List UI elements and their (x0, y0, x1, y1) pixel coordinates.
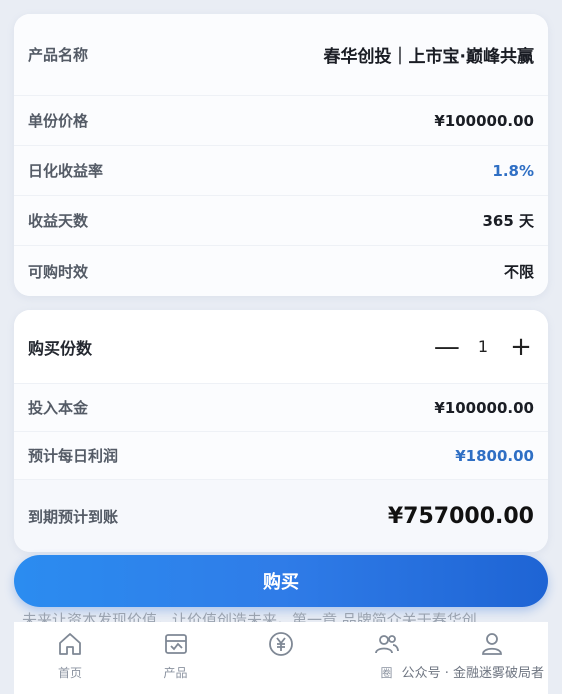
yield-days-row: 收益天数 365 天 (14, 196, 548, 246)
yuan-icon (269, 632, 293, 656)
product-info-card: 产品名称 春华创投｜上市宝·巅峰共赢 单份价格 ¥100000.00 日化收益率… (14, 14, 548, 296)
tab-finance[interactable] (233, 622, 329, 694)
home-icon (59, 633, 81, 655)
minus-button[interactable]: — (434, 334, 460, 360)
tab-community[interactable]: 圈 (339, 622, 435, 694)
yield-days-label: 收益天数 (28, 212, 89, 230)
availability-value: 不限 (503, 262, 534, 281)
daily-profit-row: 预计每日利润 ¥1800.00 (14, 432, 548, 480)
bottom-tab-bar: 首页 产品 圈 我的 (14, 622, 548, 694)
daily-profit-value: ¥1800.00 (455, 446, 534, 465)
tab-products[interactable]: 产品 (128, 622, 224, 694)
maturity-value: ¥757000.00 (387, 503, 534, 529)
store-icon (164, 634, 187, 654)
unit-price-row: 单份价格 ¥100000.00 (14, 96, 548, 146)
users-icon (374, 635, 399, 654)
purchase-card: 购买份数 — 1 + 投入本金 ¥100000.00 预计每日利润 ¥1800.… (14, 310, 548, 552)
user-icon (482, 633, 502, 655)
plus-button[interactable]: + (510, 334, 532, 360)
quantity-row: 购买份数 — 1 + (14, 310, 548, 384)
watermark: 公众号 · 金融迷雾破局者 (397, 660, 548, 683)
quantity-label: 购买份数 (28, 338, 93, 358)
tab-home[interactable]: 首页 (22, 622, 118, 694)
principal-label: 投入本金 (28, 399, 89, 417)
daily-rate-value: 1.8% (492, 161, 534, 180)
product-name-row: 产品名称 春华创投｜上市宝·巅峰共赢 (14, 14, 548, 96)
scrolling-intro-text: 未来让资本发现价值，让价值创造未来。第一章 品牌简介关于春华创 (22, 611, 477, 623)
quantity-value: 1 (477, 337, 488, 356)
availability-row: 可购时效 不限 (14, 246, 548, 296)
tab-community-label: 圈 (380, 666, 393, 680)
maturity-row: 到期预计到账 ¥757000.00 (14, 480, 548, 552)
product-name-value: 春华创投｜上市宝·巅峰共赢 (323, 47, 534, 67)
unit-price-value: ¥100000.00 (434, 111, 534, 130)
yield-days-value: 365 天 (482, 212, 534, 230)
tab-products-label: 产品 (163, 666, 188, 680)
maturity-label: 到期预计到账 (28, 507, 119, 526)
daily-rate-label: 日化收益率 (28, 162, 104, 180)
buy-button[interactable]: 购买 (14, 555, 548, 607)
product-name-label: 产品名称 (28, 46, 89, 64)
daily-rate-row: 日化收益率 1.8% (14, 146, 548, 196)
tab-mine[interactable]: 我的 (444, 622, 540, 694)
availability-label: 可购时效 (28, 262, 89, 281)
principal-value: ¥100000.00 (434, 398, 534, 417)
tab-home-label: 首页 (57, 666, 82, 680)
daily-profit-label: 预计每日利润 (28, 447, 119, 465)
unit-price-label: 单份价格 (28, 112, 89, 130)
quantity-stepper: — 1 + (434, 334, 532, 360)
principal-row: 投入本金 ¥100000.00 (14, 384, 548, 432)
